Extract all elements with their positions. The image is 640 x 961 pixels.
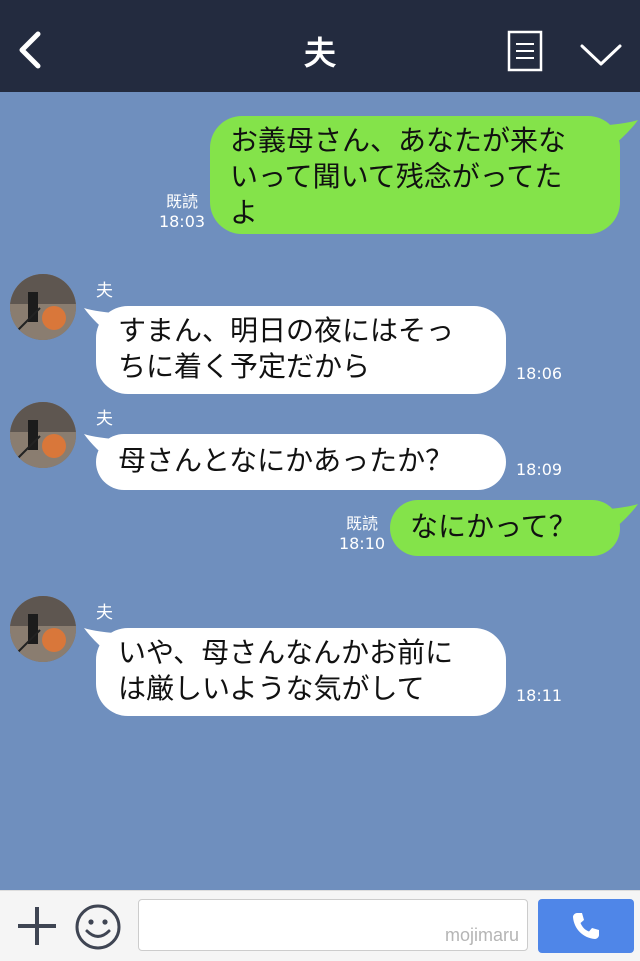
message-text: は厳しいような気がして bbox=[118, 672, 425, 705]
message-text: すまん、明日の夜にはそっ bbox=[118, 314, 455, 347]
chevron-down-icon[interactable] bbox=[578, 38, 624, 70]
sender-name: 夫 bbox=[96, 281, 113, 301]
message-bubble-received[interactable]: いや、母さんなんかお前に は厳しいような気がして bbox=[96, 628, 506, 716]
sender-name: 夫 bbox=[96, 409, 113, 429]
menu-icon[interactable] bbox=[507, 30, 543, 72]
read-label: 既読 bbox=[345, 514, 378, 533]
avatar[interactable] bbox=[10, 402, 76, 468]
message-time: 18:11 bbox=[516, 686, 563, 705]
message-text: お義母さん、あなたが来な bbox=[230, 124, 567, 157]
plus-icon[interactable] bbox=[16, 905, 58, 947]
message-bubble-received[interactable]: 母さんとなにかあったか？ bbox=[96, 434, 506, 490]
message-text: ちに着く予定だから bbox=[118, 350, 371, 383]
read-status: 既読 18:10 bbox=[334, 514, 390, 554]
message-text: いって聞いて残念がってた bbox=[230, 160, 563, 193]
message-bubble-received[interactable]: すまん、明日の夜にはそっ ちに着く予定だから bbox=[96, 306, 506, 394]
message-text: いや、母さんなんかお前に bbox=[118, 636, 454, 669]
message-time: 18:06 bbox=[516, 364, 563, 383]
read-label: 既読 bbox=[165, 192, 198, 211]
chat-header: 夫 bbox=[0, 0, 640, 92]
message-input[interactable]: mojimaru bbox=[138, 899, 528, 951]
message-text: なにかって？ bbox=[410, 510, 577, 543]
message-time: 18:10 bbox=[338, 534, 386, 553]
sender-name: 夫 bbox=[96, 603, 113, 623]
read-status: 既読 18:03 bbox=[154, 192, 210, 232]
message-bubble-sent[interactable]: なにかって？ bbox=[390, 500, 620, 556]
message-bubble-sent[interactable]: お義母さん、あなたが来な いって聞いて残念がってた よ bbox=[210, 116, 620, 234]
avatar[interactable] bbox=[10, 274, 76, 340]
message-time: 18:09 bbox=[516, 460, 563, 479]
watermark-text: mojimaru bbox=[444, 925, 519, 945]
emoji-icon[interactable] bbox=[74, 903, 122, 951]
avatar[interactable] bbox=[10, 596, 76, 662]
input-bar: mojimaru bbox=[0, 890, 640, 961]
message-time: 18:03 bbox=[158, 212, 206, 231]
message-text: よ bbox=[230, 196, 259, 229]
phone-icon bbox=[573, 913, 599, 939]
chat-title: 夫 bbox=[303, 34, 336, 72]
message-text: 母さんとなにかあったか？ bbox=[118, 444, 454, 477]
message-list[interactable]: 既読 18:03 お義母さん、あなたが来な いって聞いて残念がってた よ 夫 す… bbox=[0, 92, 640, 890]
call-button[interactable] bbox=[538, 899, 634, 953]
